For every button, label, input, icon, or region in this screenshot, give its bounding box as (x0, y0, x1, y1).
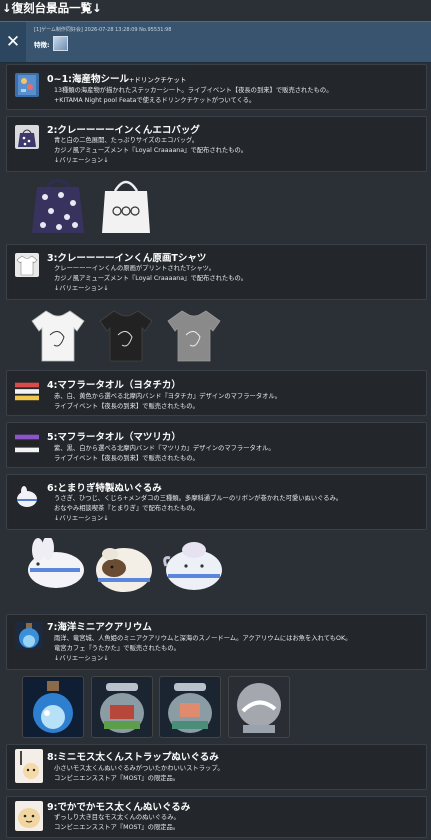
item-description: +KITAMA Night pool Feataで使えるドリンクチケットがついて… (54, 97, 256, 104)
item-card-big-plush: 9:でかでかモス太くんぬいぐるみ ずっしり大き目なモス太くんのぬいぐるみ。 コン… (6, 796, 427, 838)
item-description: ずっしり大き目なモス太くんのぬいぐるみ。 (54, 814, 180, 821)
bottle-icon (19, 623, 39, 648)
black-tshirt-image (99, 310, 153, 362)
item-title: 4:マフラータオル（ヨタチカ） (47, 380, 181, 391)
feature-label: 特徴: (34, 41, 50, 49)
item-description: コンビニエンスストア『MOST』の限定品。 (54, 775, 180, 782)
sheep-plush-image (96, 548, 152, 592)
item-description: 青と白の二色展開、たっぷりサイズのエコバッグ。 (54, 137, 199, 144)
item-description: ライブイベント【夜長の到来】で販売されたもの。 (54, 403, 199, 410)
variations-label: ↓バリエーション↓ (54, 157, 109, 164)
item-description: おなやみ相談喫茶『とまりぎ』で配布されたもの。 (54, 505, 199, 512)
item-card-strap: 8:ミニモス太くんストラップぬいぐるみ 小さいモス太くんぬいぐるみがついたかわい… (6, 744, 427, 790)
bottle-aquarium-image (33, 681, 73, 733)
item-description: ライブイベント【夜長の到来】で販売されたもの。 (54, 455, 199, 462)
tshirt-icon (16, 255, 38, 276)
item-card-aquarium: 7:海洋ミニアクアリウム 雨洋、竜宮城、人魚姫のミニアクアリウムと深海のスノード… (6, 614, 427, 670)
plush-icon (17, 486, 37, 507)
bag-icon (18, 129, 36, 147)
tshirt-variant-black[interactable] (96, 304, 156, 366)
item-title: 3:クレーーーーインくん原画Tシャツ (47, 253, 207, 264)
white-bag-image (102, 180, 150, 233)
plush-thumbnail[interactable] (15, 485, 39, 509)
plush-variant-sheep[interactable] (92, 538, 156, 596)
item-title: 8:ミニモス太くんストラップぬいぐるみ (47, 752, 219, 763)
mermaid-aquarium-image (168, 683, 212, 733)
item-description: 雨洋、竜宮城、人魚姫のミニアクアリウムと深海のスノードーム。アクアリウムにはお魚… (54, 635, 352, 642)
item-description: うさぎ、ひつじ、くじら+メンダコの三種類。多摩科通ブルーのリボンが巻かれた可愛い… (54, 495, 343, 502)
page-title: ↓復刻台景品一覧↓ (2, 1, 102, 15)
item-description: 紫、黒、白から選べる北摩内バンド『マツリカ』デザインのマフラータオル。 (54, 445, 275, 452)
rabbit-plush-image (28, 538, 84, 588)
aquarium-variant-snowdome[interactable] (228, 676, 290, 738)
tshirt-thumbnail[interactable] (15, 253, 39, 277)
post-meta: [1]ゲーム制作同好会] 2026-07-28 13:28:09 No.9553… (34, 27, 172, 33)
ecobag-thumbnail[interactable] (15, 125, 39, 149)
snowdome-image (237, 683, 281, 733)
item-title: 5:マフラータオル（マツリカ） (47, 432, 181, 443)
variations-label: ↓バリエーション↓ (54, 655, 109, 662)
variations-label: ↓バリエーション↓ (54, 515, 109, 522)
ecobag-variant-blue[interactable] (28, 172, 88, 236)
sticker-sheet-icon (18, 75, 36, 95)
close-button[interactable]: ✕ (0, 22, 26, 62)
item-card-ecobag: 2:クレーーーーインくんエコバッグ 青と白の二色展開、たっぷりサイズのエコバッグ… (6, 116, 427, 172)
item-description: 赤、白、黄色から選べる北摩内バンド『ヨタチカ』デザインのマフラータオル。 (54, 393, 282, 400)
blue-bag-image (32, 178, 84, 233)
big-plush-thumbnail[interactable] (15, 801, 43, 831)
item-card-towel-matsurika: 5:マフラータオル（マツリカ） 紫、黒、白から選べる北摩内バンド『マツリカ』デザ… (6, 422, 427, 468)
item-description: カジノ風アミューズメント『Loyal Craaaana』で配布されたもの。 (54, 275, 248, 282)
gray-tshirt-image (167, 310, 221, 362)
sticker-thumbnail[interactable] (15, 73, 39, 97)
aquarium-variant-ryugu[interactable] (91, 676, 153, 738)
plush-variant-whale[interactable] (160, 536, 228, 594)
item-description: 13種類の海産物が描かれたステッカーシート。ライブイベント【夜長の到来】で販売さ… (54, 87, 333, 94)
item-card-plush: 6:とまりぎ特製ぬいぐるみ うさぎ、ひつじ、くじら+メンダコの三種類。多摩科通ブ… (6, 474, 427, 530)
item-description: クレーーーーインくんの原画がプリントされたTシャツ。 (54, 265, 216, 272)
towel-yotachika-thumbnail[interactable] (15, 379, 39, 403)
item-title: 6:とまりぎ特製ぬいぐるみ (47, 483, 162, 494)
aquarium-variant-bottle[interactable] (22, 676, 84, 738)
towel-icon (15, 434, 39, 453)
item-description: 竜宮カフェ『うたかた』で販売されたもの。 (54, 645, 180, 652)
ecobag-variant-white[interactable] (96, 172, 156, 236)
item-card-sticker: 0~1:海産物シール+ドリンクチケット 13種類の海産物が描かれたステッカーシー… (6, 64, 427, 110)
tshirt-variant-gray[interactable] (164, 304, 224, 366)
tshirt-variant-white[interactable] (28, 304, 88, 366)
post-header-bar: ✕ [1]ゲーム制作同好会] 2026-07-28 13:28:09 No.95… (0, 21, 431, 63)
close-icon: ✕ (5, 32, 21, 52)
plush-variant-rabbit[interactable] (20, 538, 86, 592)
variations-label: ↓バリエーション↓ (54, 285, 109, 292)
item-description: コンビニエンスストア『MOST』の限定品。 (54, 824, 180, 831)
item-title: 2:クレーーーーインくんエコバッグ (47, 125, 200, 136)
ryugu-aquarium-image (100, 683, 144, 733)
strap-thumbnail[interactable] (15, 749, 43, 783)
aquarium-variant-mermaid[interactable] (159, 676, 221, 738)
whale-plush-image (163, 542, 222, 590)
item-title: 0~1:海産物シール+ドリンクチケット (47, 74, 187, 85)
white-tshirt-image (31, 310, 85, 362)
towel-matsurika-thumbnail[interactable] (15, 431, 39, 455)
big-plush-icon (18, 808, 40, 828)
item-title: 7:海洋ミニアクアリウム (47, 622, 152, 633)
item-description: 小さいモス太くんぬいぐるみがついたかわいいストラップ。 (54, 765, 224, 772)
strap-icon (20, 751, 39, 779)
item-description: カジノ風アミューズメント『Loyal Craaaana』で配布されたもの。 (54, 147, 248, 154)
aquarium-thumbnail[interactable] (15, 621, 43, 649)
towel-icon (15, 382, 39, 401)
item-title: 9:でかでかモス太くんぬいぐるみ (47, 802, 191, 813)
feature-thumbnail[interactable] (53, 36, 68, 51)
item-card-towel-yotachika: 4:マフラータオル（ヨタチカ） 赤、白、黄色から選べる北摩内バンド『ヨタチカ』デ… (6, 370, 427, 416)
item-card-tshirt: 3:クレーーーーインくん原画Tシャツ クレーーーーインくんの原画がプリントされた… (6, 244, 427, 300)
